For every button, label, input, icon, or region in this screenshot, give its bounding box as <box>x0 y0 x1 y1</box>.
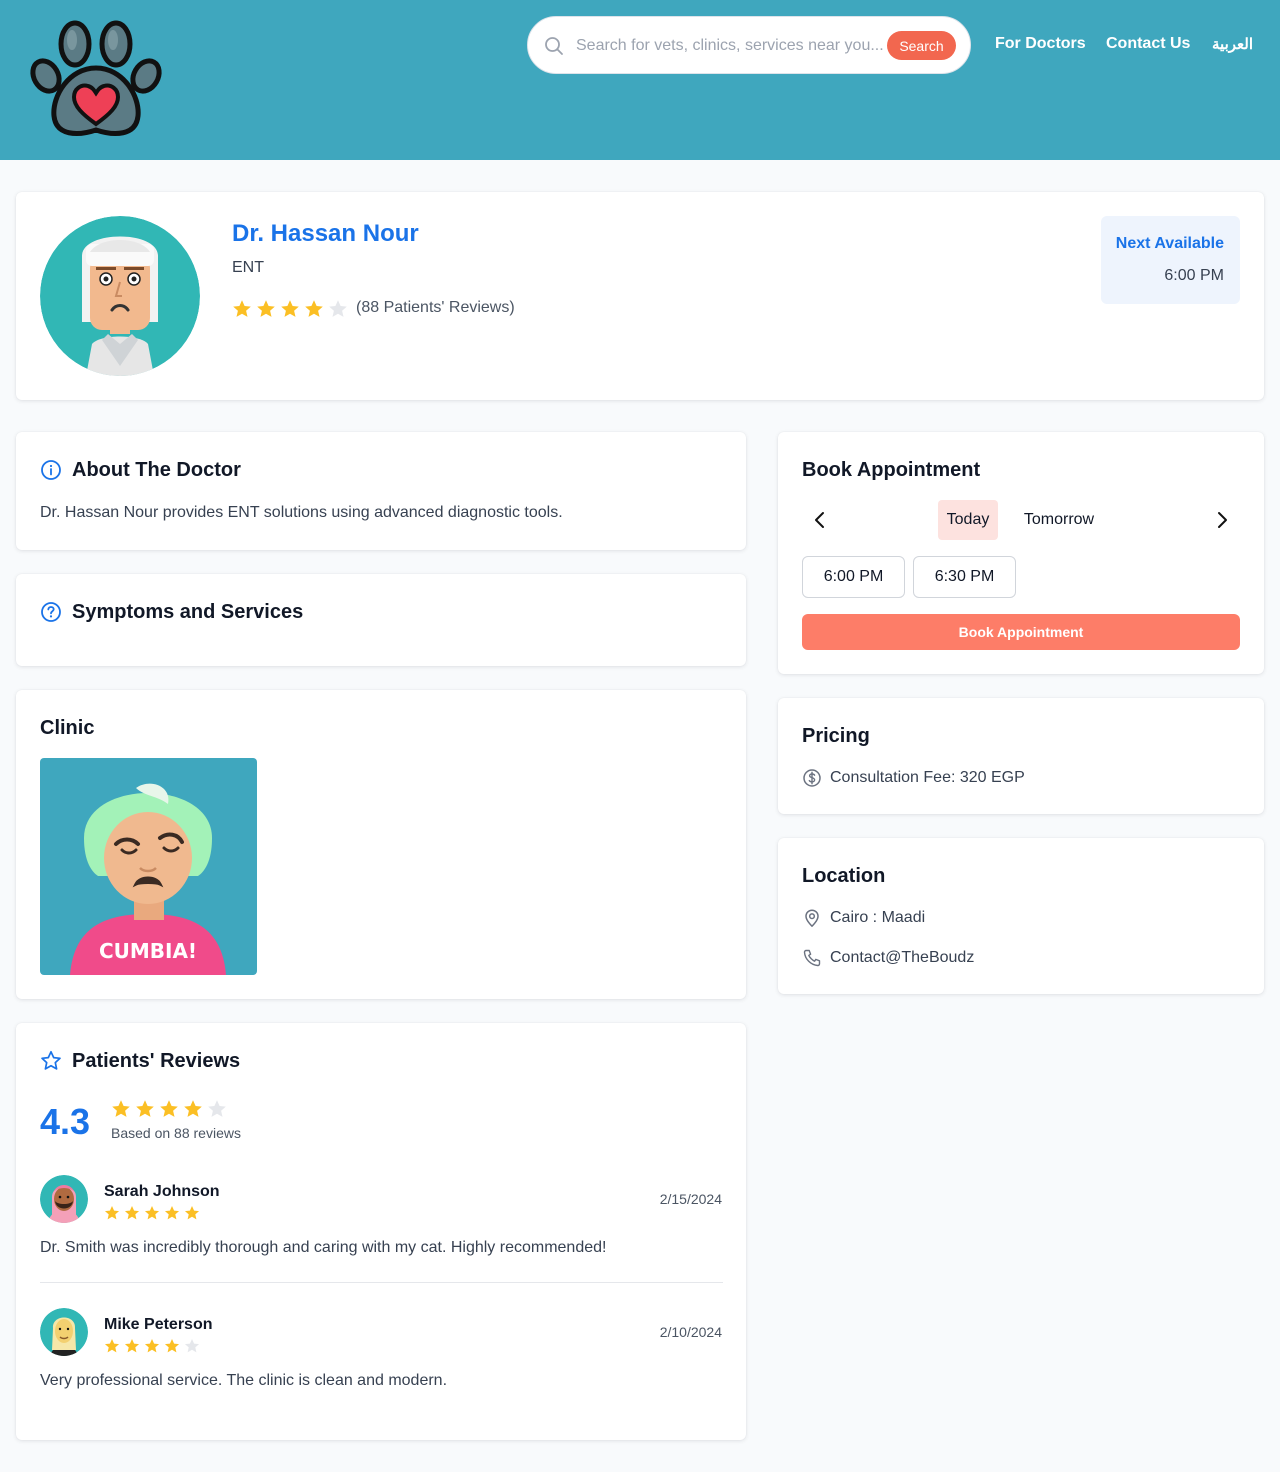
book-appointment-title: Book Appointment <box>802 459 981 481</box>
address-text: Cairo : Maadi <box>830 909 926 926</box>
review-item: Mike Peterson 2/10/2024 Very professiona… <box>40 1308 722 1398</box>
consultation-fee-text: Consultation Fee: 320 EGP <box>830 769 1025 786</box>
consultation-fee: Consultation Fee: 320 EGP <box>802 768 1025 788</box>
average-rating-stars <box>111 1099 227 1119</box>
review-stars <box>104 1338 200 1354</box>
star-empty-icon <box>184 1338 200 1353</box>
search-button[interactable]: Search <box>887 31 956 60</box>
chevron-right-icon[interactable] <box>1210 508 1234 532</box>
star-filled-icon <box>124 1205 140 1220</box>
star-filled-icon <box>305 300 323 317</box>
star-filled-icon <box>144 1205 160 1220</box>
reviews-title: Patients' Reviews <box>72 1050 241 1072</box>
doctor-name: Dr. Hassan Nour <box>232 220 419 247</box>
pricing-title: Pricing <box>802 725 870 747</box>
reviews-based-on: Based on 88 reviews <box>111 1125 241 1141</box>
star-filled-icon <box>104 1338 120 1353</box>
book-appointment-card: Book Appointment Today Tomorrow 6:00 PM … <box>778 432 1264 674</box>
about-text: Dr. Hassan Nour provides ENT solutions u… <box>40 504 563 521</box>
map-pin-icon <box>805 909 819 927</box>
star-filled-icon <box>160 1100 178 1117</box>
phone-icon <box>803 949 821 967</box>
star-filled-icon <box>184 1205 200 1220</box>
star-filled-icon <box>144 1338 160 1353</box>
search-input[interactable] <box>576 35 888 57</box>
review-divider <box>40 1282 723 1283</box>
star-filled-icon <box>164 1338 180 1353</box>
review-date: 2/10/2024 <box>659 1324 722 1340</box>
about-card: About The Doctor Dr. Hassan Nour provide… <box>16 432 746 550</box>
language-switch[interactable]: العربية <box>1212 35 1253 53</box>
next-available-label: Next Available <box>1115 235 1224 252</box>
star-filled-icon <box>104 1205 120 1220</box>
contact-text[interactable]: Contact@TheBoudz <box>830 949 974 967</box>
nav-contact-us[interactable]: Contact Us <box>1106 35 1190 53</box>
symptoms-card: Symptoms and Services <box>16 574 746 666</box>
review-date: 2/15/2024 <box>659 1191 722 1207</box>
chevron-left-icon[interactable] <box>808 508 832 532</box>
star-filled-icon <box>124 1338 140 1353</box>
star-filled-icon <box>112 1100 130 1117</box>
next-available-box: Next Available 6:00 PM <box>1101 216 1240 304</box>
review-item: Sarah Johnson 2/15/2024 Dr. Smith was in… <box>40 1175 722 1265</box>
star-empty-icon <box>208 1100 226 1117</box>
question-icon <box>41 602 61 622</box>
doctor-reviews-count[interactable]: (88 Patients' Reviews) <box>356 299 515 317</box>
paw-heart-logo[interactable] <box>28 18 164 142</box>
star-empty-icon <box>329 300 347 317</box>
site-header: Search For Doctors Contact Us العربية <box>0 0 1280 160</box>
dollar-circle-icon <box>803 769 821 787</box>
reviewer-avatar <box>40 1308 88 1356</box>
review-text: Dr. Smith was incredibly thorough and ca… <box>40 1239 607 1256</box>
review-text: Very professional service. The clinic is… <box>40 1372 448 1389</box>
clinic-image[interactable]: CUMBIA! <box>40 758 257 975</box>
star-filled-icon <box>233 300 251 317</box>
nav-for-doctors[interactable]: For Doctors <box>995 35 1086 53</box>
symptoms-title: Symptoms and Services <box>72 601 304 623</box>
star-filled-icon <box>257 300 275 317</box>
pricing-card: Pricing Consultation Fee: 320 EGP <box>778 698 1264 814</box>
location-card: Location Cairo : Maadi Contact@TheBoudz <box>778 838 1264 994</box>
day-tab-today[interactable]: Today <box>938 500 998 540</box>
star-outline-icon <box>41 1050 61 1070</box>
location-contact: Contact@TheBoudz <box>802 948 974 968</box>
star-filled-icon <box>281 300 299 317</box>
star-filled-icon <box>184 1100 202 1117</box>
average-rating: 4.3 <box>40 1101 91 1142</box>
star-filled-icon <box>136 1100 154 1117</box>
paw-heart-icon <box>30 20 162 136</box>
about-title: About The Doctor <box>72 459 241 481</box>
day-tab-tomorrow[interactable]: Tomorrow <box>1015 500 1103 540</box>
time-slot[interactable]: 6:30 PM <box>913 556 1016 598</box>
doctor-profile-card: Dr. Hassan Nour ENT (88 Patients' Review… <box>16 192 1264 400</box>
time-slot[interactable]: 6:00 PM <box>802 556 905 598</box>
patients-reviews-card: Patients' Reviews 4.3 Based on 88 review… <box>16 1023 746 1440</box>
clinic-title: Clinic <box>40 717 95 739</box>
star-filled-icon <box>164 1205 180 1220</box>
reviewer-name: Sarah Johnson <box>104 1183 220 1200</box>
search-bar: Search <box>527 16 971 74</box>
doctor-rating-stars <box>232 299 348 319</box>
review-stars <box>104 1205 200 1221</box>
clinic-card: Clinic CUMBIA! <box>16 690 746 999</box>
clinic-shirt-text: CUMBIA! <box>99 939 197 963</box>
doctor-avatar <box>40 216 200 376</box>
search-icon <box>545 37 563 55</box>
book-appointment-button[interactable]: Book Appointment <box>802 614 1240 650</box>
location-title: Location <box>802 865 886 887</box>
next-available-time: 6:00 PM <box>1164 267 1224 284</box>
info-icon <box>41 460 61 480</box>
reviewer-avatar <box>40 1175 88 1223</box>
reviewer-name: Mike Peterson <box>104 1316 213 1333</box>
doctor-specialty: ENT <box>232 259 264 276</box>
location-address: Cairo : Maadi <box>802 908 925 928</box>
